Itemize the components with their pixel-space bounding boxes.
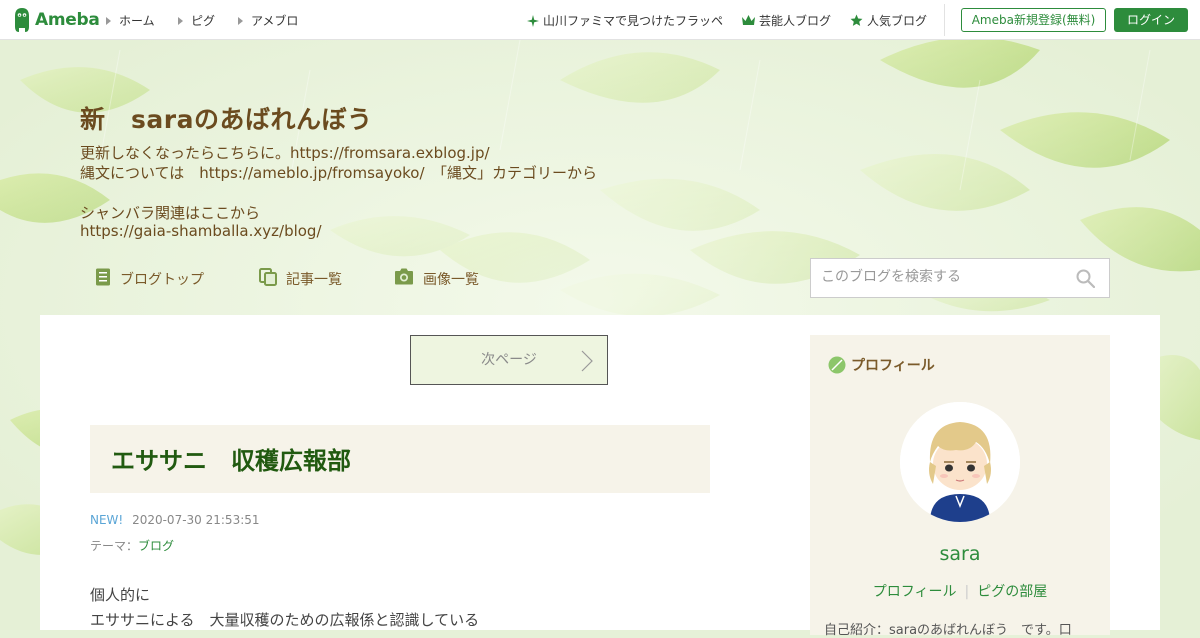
celebrity-blog-label: 芸能人ブログ [759,14,832,28]
next-page-button[interactable]: 次ページ [410,335,608,385]
profile-intro: 自己紹介：saraのあばれんぼう です。口 [824,623,1072,638]
sparkle-icon [527,14,539,27]
nav-pigg-label: ピグ [191,14,216,28]
avatar[interactable] [900,402,1020,522]
theme-prefix: テーマ： [90,539,139,553]
entry-meta: NEW! 2020-07-30 21:53:51 [90,513,260,527]
image-list-label: 画像一覧 [423,271,479,288]
logo-text: Ameba [35,10,100,30]
star-icon [850,14,863,26]
nav-ameblo[interactable]: アメブロ [238,12,298,29]
leaf-icon [828,356,846,374]
camera-icon [394,268,414,289]
popular-blog-label: 人気ブログ [867,14,928,28]
entry-header: エササニ 収穫広報部 [90,425,710,493]
blog-search [810,258,1110,298]
blog-top-link[interactable]: ブログトップ [95,268,204,290]
nav-home[interactable]: ホーム [106,12,155,29]
global-header: Ameba ホーム ピグ アメブロ 山川ファミマで見つけたフラッペ 芸能人ブログ… [0,0,1200,40]
register-button[interactable]: Ameba新規登録(無料) [961,8,1106,32]
triangle-right-icon [178,16,183,25]
theme-link[interactable]: ブログ [138,539,174,553]
entry-title[interactable]: エササニ 収穫広報部 [111,441,351,476]
triangle-right-icon [106,16,111,25]
blog-description-line: 更新しなくなったらこちらに。https://fromsara.exblog.jp… [80,144,490,162]
entry-body-line: エササニによる 大量収穫のための広報係と認識している [90,611,480,629]
article-list-link[interactable]: 記事一覧 [259,268,342,290]
entry-datetime: 2020-07-30 21:53:51 [132,513,260,527]
profile-heading-label: プロフィール [851,358,935,374]
pigg-room-link[interactable]: ピグの部屋 [977,584,1047,600]
profile-heading: プロフィール [828,355,935,375]
profile-box: プロフィール sara プロフィール | ピグの部屋 自己紹介：saraのあばれ… [810,335,1110,638]
ameba-mascot-icon [12,7,32,33]
crown-icon [742,15,755,25]
profile-name[interactable]: sara [810,543,1110,565]
copy-icon [259,268,277,290]
featured-link-label: 山川ファミマで見つけたフラッペ [543,14,724,28]
image-list-link[interactable]: 画像一覧 [394,268,479,289]
chevron-right-icon [581,350,593,372]
login-button[interactable]: ログイン [1114,8,1188,32]
profile-link[interactable]: プロフィール [873,584,957,600]
blog-title[interactable]: 新 saraのあばれんぼう [80,100,372,136]
nav-home-label: ホーム [119,14,155,28]
nav-ameblo-label: アメブロ [251,14,299,28]
content-panel: 次ページ エササニ 収穫広報部 NEW! 2020-07-30 21:53:51… [40,315,1160,638]
document-icon [95,268,111,290]
article-list-label: 記事一覧 [286,272,342,288]
blog-description-line: https://gaia-shamballa.xyz/blog/ [80,222,322,240]
featured-link[interactable]: 山川ファミマで見つけたフラッペ [527,12,723,29]
entry-body-line: 個人的に [90,586,151,604]
blog-description-line: シャンバラ関連はここから [80,204,261,222]
popular-blog-link[interactable]: 人気ブログ [850,12,927,29]
blog-description-line: 縄文については https://ameblo.jp/fromsayoko/ 「縄… [80,164,598,182]
nav-pigg[interactable]: ピグ [178,12,215,29]
celebrity-blog-link[interactable]: 芸能人ブログ [742,12,831,29]
search-icon[interactable] [1076,269,1096,292]
link-separator: | [964,584,970,600]
triangle-right-icon [238,16,243,25]
blog-top-label: ブログトップ [120,272,204,288]
new-badge: NEW! [90,513,124,527]
search-input[interactable] [811,259,1071,295]
divider [944,4,945,36]
profile-links: プロフィール | ピグの部屋 [810,581,1110,601]
ameba-logo[interactable]: Ameba [12,6,100,34]
next-page-label: 次ページ [481,352,537,368]
entry-theme: テーマ：ブログ [90,537,174,554]
